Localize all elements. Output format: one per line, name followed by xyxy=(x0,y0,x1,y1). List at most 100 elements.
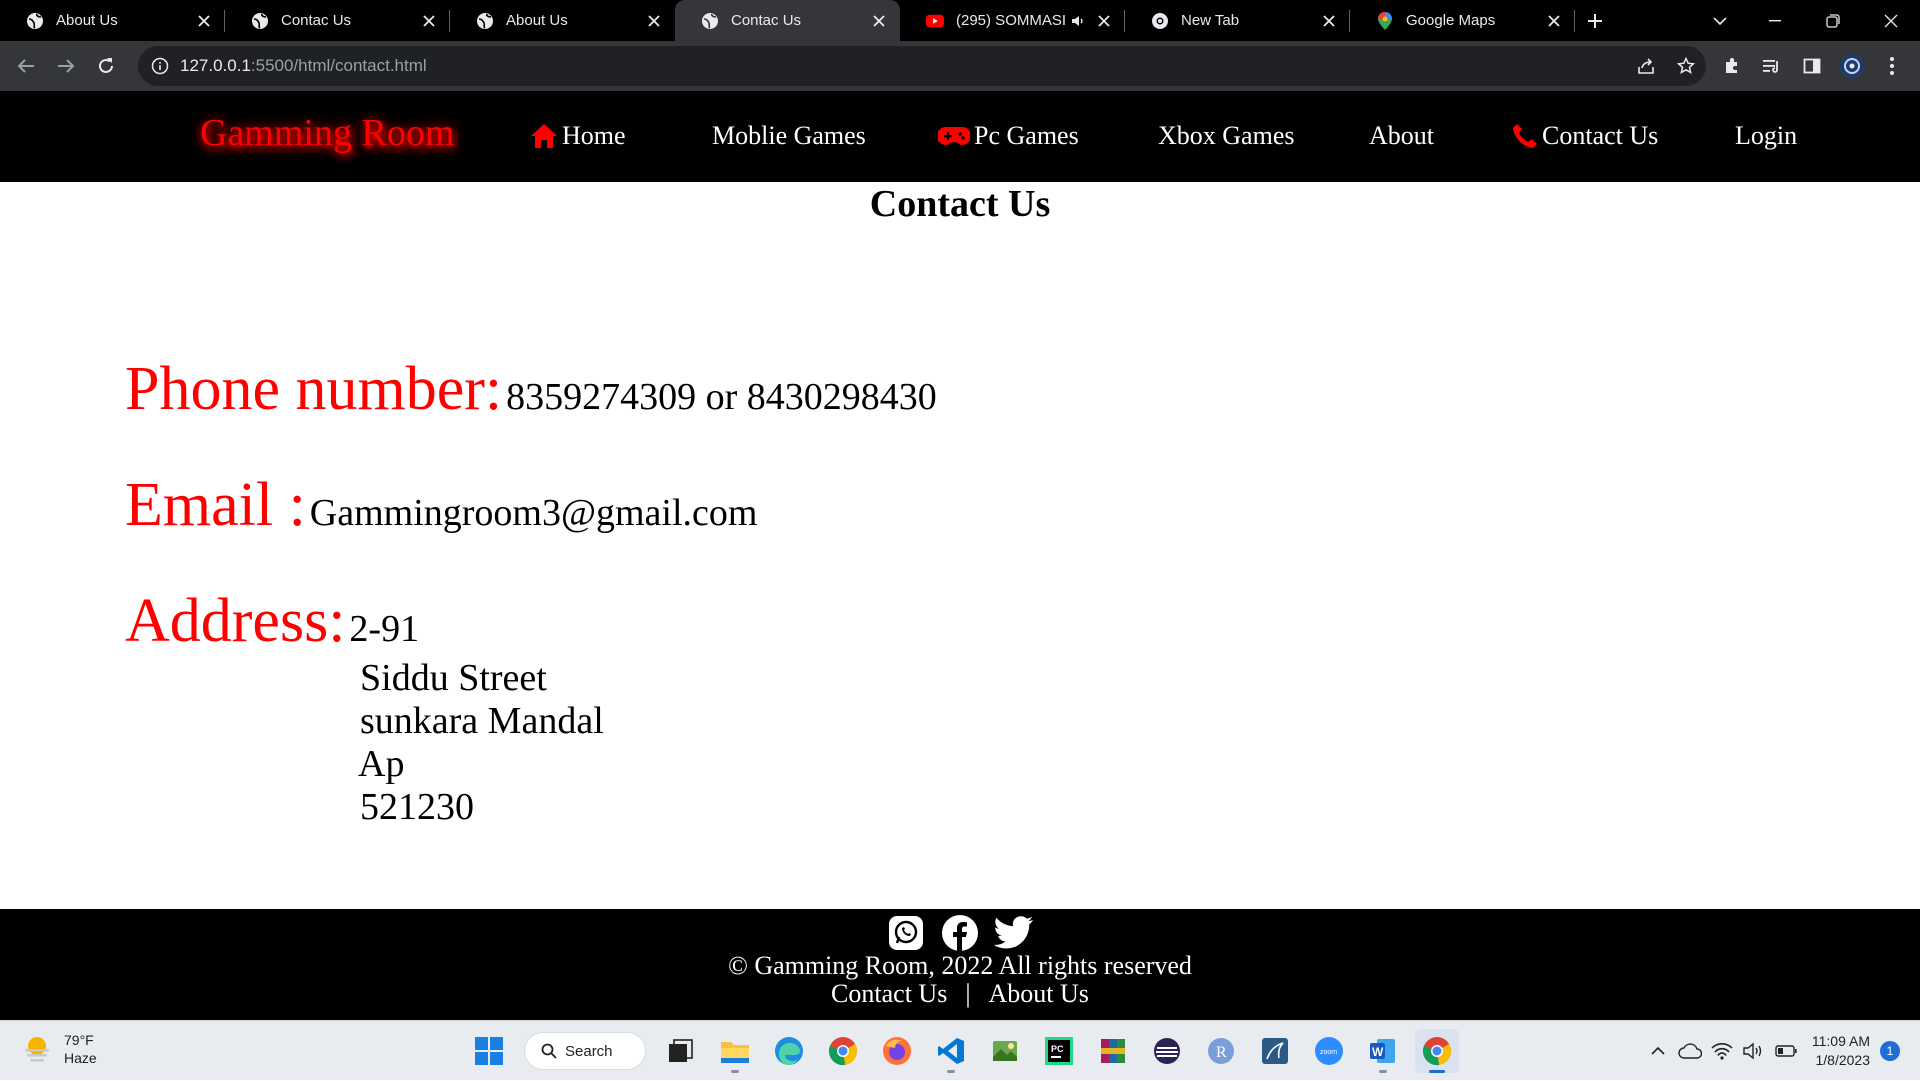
facebook-icon[interactable] xyxy=(940,914,980,952)
eclipse-icon[interactable] xyxy=(1145,1029,1189,1073)
nav-home[interactable]: Home xyxy=(530,121,626,151)
notification-badge[interactable]: 1 xyxy=(1880,1041,1900,1061)
phone-row: Phone number: 8359274309 or 8430298430 xyxy=(125,354,937,425)
edge-icon[interactable] xyxy=(767,1029,811,1073)
zoom-icon[interactable]: zoom xyxy=(1307,1029,1351,1073)
firefox-icon[interactable] xyxy=(875,1029,919,1073)
nav-contact-us[interactable]: Contact Us xyxy=(1512,121,1658,151)
mysql-workbench-icon[interactable] xyxy=(1253,1029,1297,1073)
whatsapp-icon[interactable] xyxy=(886,914,926,952)
nav-pc-games[interactable]: Pc Games xyxy=(938,121,1079,151)
forward-button[interactable] xyxy=(46,46,86,86)
reload-button[interactable] xyxy=(86,46,126,86)
share-icon[interactable] xyxy=(1626,46,1666,86)
email-row: Email : Gammingroom3@gmail.com xyxy=(125,470,757,541)
clock[interactable]: 11:09 AM 1/8/2023 xyxy=(1812,1032,1870,1070)
info-icon[interactable] xyxy=(150,56,170,76)
close-icon[interactable] xyxy=(870,12,888,30)
battery-icon[interactable] xyxy=(1770,1035,1802,1067)
vscode-icon[interactable] xyxy=(929,1029,973,1073)
weather-temp: 79°F xyxy=(64,1032,94,1048)
pycharm-icon[interactable]: PC xyxy=(1037,1029,1081,1073)
photos-app-icon[interactable] xyxy=(983,1029,1027,1073)
close-icon[interactable] xyxy=(1545,12,1563,30)
footer-link-contact[interactable]: Contact Us xyxy=(831,979,947,1008)
word-icon[interactable]: W xyxy=(1361,1029,1405,1073)
twitter-icon[interactable] xyxy=(994,914,1034,952)
footer-link-about[interactable]: About Us xyxy=(989,979,1089,1008)
nav-pc-label: Pc Games xyxy=(974,121,1079,150)
speaker-icon[interactable] xyxy=(1071,13,1087,29)
tab-separator xyxy=(1574,10,1575,32)
task-view-icon[interactable] xyxy=(659,1029,703,1073)
nav-xbox-games[interactable]: Xbox Games xyxy=(1158,121,1294,151)
close-icon[interactable] xyxy=(1320,12,1338,30)
media-control-icon[interactable] xyxy=(1752,46,1792,86)
url-path: :5500/html/contact.html xyxy=(250,56,427,75)
address-row: Address: 2-91 xyxy=(125,586,419,657)
chrome-active-taskbar-icon[interactable] xyxy=(1415,1029,1459,1073)
tab-about-us-2[interactable]: About Us xyxy=(450,0,675,41)
address-line-5: 521230 xyxy=(360,786,474,828)
tab-search-button[interactable] xyxy=(1700,0,1740,41)
close-icon[interactable] xyxy=(1095,12,1113,30)
onedrive-icon[interactable] xyxy=(1674,1035,1706,1067)
extensions-icon[interactable] xyxy=(1712,46,1752,86)
minimize-button[interactable] xyxy=(1746,0,1804,41)
tab-title: Contac Us xyxy=(731,12,802,29)
url-text[interactable]: 127.0.0.1:5500/html/contact.html xyxy=(180,56,1626,76)
tab-google-maps[interactable]: Google Maps xyxy=(1350,0,1575,41)
nav-contact-label: Contact Us xyxy=(1542,121,1659,150)
tab-contac-us-active[interactable]: Contac Us xyxy=(675,0,900,41)
wifi-icon[interactable] xyxy=(1706,1035,1738,1067)
search-icon xyxy=(541,1043,557,1059)
volume-icon[interactable] xyxy=(1738,1035,1770,1067)
tab-new-tab[interactable]: New Tab xyxy=(1125,0,1350,41)
chrome-taskbar-icon[interactable] xyxy=(821,1029,865,1073)
arrow-left-icon xyxy=(17,59,34,73)
tab-title: Contac Us xyxy=(281,12,352,29)
maps-pin-icon xyxy=(1376,11,1394,30)
address-line-1: 2-91 xyxy=(349,608,420,650)
nav-about[interactable]: About xyxy=(1369,121,1434,151)
browser-toolbar: 127.0.0.1:5500/html/contact.html xyxy=(0,41,1920,91)
close-window-button[interactable] xyxy=(1862,0,1920,41)
nav-mobile-games[interactable]: Moblie Games xyxy=(712,121,866,151)
restore-button[interactable] xyxy=(1804,0,1862,41)
bookmark-star-icon[interactable] xyxy=(1666,46,1706,86)
profile-avatar-icon[interactable] xyxy=(1832,46,1872,86)
windows-logo-icon xyxy=(475,1037,503,1065)
taskbar-search[interactable]: Search xyxy=(524,1032,646,1070)
winrar-icon[interactable] xyxy=(1091,1029,1135,1073)
tab-youtube[interactable]: (295) SOMMASILLI xyxy=(900,0,1125,41)
chevron-down-icon xyxy=(1713,16,1727,25)
close-icon[interactable] xyxy=(420,12,438,30)
windows-taskbar: 79°F Haze Search PC R zoom W 11:09 AM 1/… xyxy=(0,1020,1920,1080)
side-panel-icon[interactable] xyxy=(1792,46,1832,86)
page-title: Contact Us xyxy=(869,183,1051,225)
close-icon[interactable] xyxy=(195,12,213,30)
chevron-up-icon[interactable] xyxy=(1642,1035,1674,1067)
arrow-right-icon xyxy=(58,59,75,73)
tab-title: (295) SOMMASILLI xyxy=(956,12,1067,29)
address-bar[interactable]: 127.0.0.1:5500/html/contact.html xyxy=(138,46,1706,86)
nav-login[interactable]: Login xyxy=(1735,121,1797,151)
site-logo[interactable]: Gamming Room xyxy=(200,111,454,155)
weather-widget[interactable]: 79°F Haze xyxy=(22,1031,97,1067)
new-tab-button[interactable] xyxy=(1575,0,1615,41)
file-explorer-icon[interactable] xyxy=(713,1029,757,1073)
address-line-2: Siddu Street xyxy=(360,657,547,699)
globe-icon xyxy=(701,12,719,30)
chrome-icon xyxy=(1151,12,1169,30)
r-app-icon[interactable]: R xyxy=(1199,1029,1243,1073)
back-button[interactable] xyxy=(6,46,46,86)
address-label: Address: xyxy=(125,587,346,655)
close-icon[interactable] xyxy=(645,12,663,30)
tab-contac-us-1[interactable]: Contac Us xyxy=(225,0,450,41)
url-host: 127.0.0.1 xyxy=(180,56,251,75)
running-indicator xyxy=(731,1070,739,1073)
kebab-menu-icon[interactable] xyxy=(1872,46,1912,86)
reload-icon xyxy=(99,58,113,73)
start-button[interactable] xyxy=(467,1029,511,1073)
tab-about-us-1[interactable]: About Us xyxy=(0,0,225,41)
